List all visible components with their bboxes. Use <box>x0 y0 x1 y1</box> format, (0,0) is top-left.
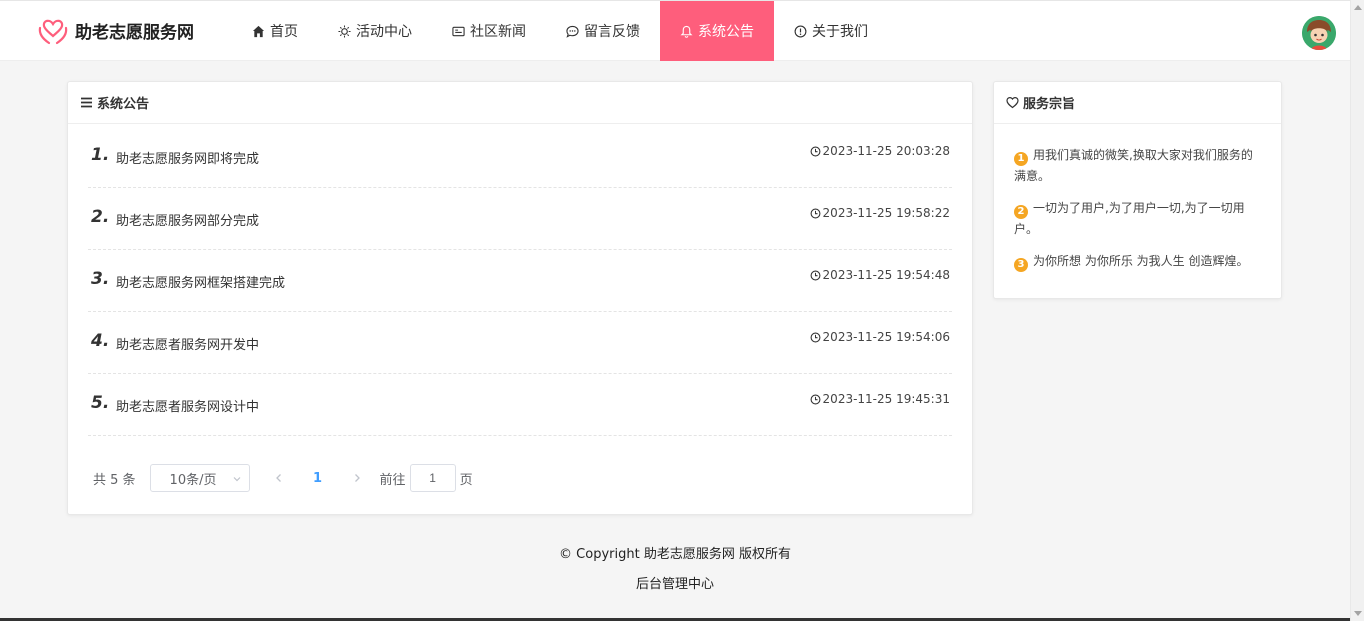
page-scrollbar[interactable] <box>1350 0 1364 621</box>
goto-page-input[interactable] <box>409 464 456 492</box>
nav-feedback[interactable]: 留言反馈 <box>546 1 660 61</box>
prev-page-button[interactable] <box>264 473 294 483</box>
row-time: 2023-11-25 19:54:06 <box>810 330 950 344</box>
row-time-text: 2023-11-25 20:03:28 <box>822 144 950 158</box>
service-text: 一切为了用户,为了用户一切,为了一切用户。 <box>1014 201 1245 236</box>
clock-icon <box>810 332 820 342</box>
service-badge: 1 <box>1014 152 1028 166</box>
announcement-row[interactable]: 5. 助老志愿者服务网设计中 2023-11-25 19:45:31 <box>88 374 952 436</box>
service-text: 用我们真诚的微笑,换取大家对我们服务的满意。 <box>1014 148 1253 183</box>
bell-icon <box>680 25 693 38</box>
page-jumper: 前往 页 <box>380 464 473 492</box>
heart-hands-icon <box>38 19 68 45</box>
announcement-row[interactable]: 1. 助老志愿服务网即将完成 2023-11-25 20:03:28 <box>88 126 952 188</box>
announcement-row[interactable]: 2. 助老志愿服务网部分完成 2023-11-25 19:58:22 <box>88 188 952 250</box>
goto-suffix: 页 <box>459 472 473 488</box>
service-list: 1 用我们真诚的微笑,换取大家对我们服务的满意。 2 一切为了用户,为了用户一切,为… <box>994 124 1281 272</box>
nav-activities-label: 活动中心 <box>356 24 412 40</box>
row-number: 3. <box>91 269 110 289</box>
nav-news-label: 社区新闻 <box>470 24 526 40</box>
service-badge: 3 <box>1014 258 1028 272</box>
info-icon <box>794 25 807 37</box>
nav-home[interactable]: 首页 <box>232 1 318 61</box>
row-title[interactable]: 助老志愿服务网部分完成 <box>116 210 259 229</box>
row-time-text: 2023-11-25 19:45:31 <box>822 392 950 406</box>
announcements-card: 系统公告 1. 助老志愿服务网即将完成 2023-11-25 20:03:28 … <box>67 81 973 515</box>
row-number: 4. <box>91 331 110 351</box>
pagination: 共 5 条 10条/页 1 前往 页 <box>93 464 473 492</box>
page-size-select[interactable]: 10条/页 <box>149 464 250 492</box>
chat-icon <box>566 25 579 38</box>
service-badge: 2 <box>1014 205 1028 219</box>
goto-label: 前往 <box>379 472 406 488</box>
clock-icon <box>810 270 820 280</box>
top-navbar: 助老志愿服务网 首页 活动中心 社区新闻 留言反馈 系统公告 关于我们 <box>0 0 1350 61</box>
announcements-title: 系统公告 <box>97 97 150 112</box>
row-time-text: 2023-11-25 19:54:48 <box>822 268 950 282</box>
news-icon <box>452 26 465 36</box>
announcements-header: 系统公告 <box>68 82 972 124</box>
row-time-text: 2023-11-25 19:58:22 <box>822 206 950 220</box>
row-number: 2. <box>91 207 110 227</box>
clock-icon <box>810 394 820 404</box>
service-item: 3 为你所想 为你所乐 为我人生 创造辉煌。 <box>1014 251 1261 272</box>
announcement-row[interactable]: 4. 助老志愿者服务网开发中 2023-11-25 19:54:06 <box>88 312 952 374</box>
announcement-list: 1. 助老志愿服务网即将完成 2023-11-25 20:03:28 2. 助老… <box>88 126 952 436</box>
clock-icon <box>810 146 820 156</box>
brand-logo[interactable]: 助老志愿服务网 <box>37 14 194 46</box>
pagination-total: 共 5 条 <box>93 472 136 488</box>
page-number-current[interactable]: 1 <box>294 471 342 486</box>
nav-home-label: 首页 <box>270 24 298 40</box>
nav-announcements[interactable]: 系统公告 <box>660 1 774 61</box>
chevron-down-icon <box>233 477 240 482</box>
row-number: 1. <box>91 145 110 165</box>
service-title: 服务宗旨 <box>1023 97 1076 112</box>
next-page-button[interactable] <box>342 473 372 483</box>
row-time: 2023-11-25 19:45:31 <box>810 392 950 406</box>
chevron-left-icon <box>275 474 281 482</box>
row-time: 2023-11-25 20:03:28 <box>810 144 950 158</box>
service-text: 为你所想 为你所乐 为我人生 创造辉煌。 <box>1033 254 1249 268</box>
user-avatar[interactable] <box>1302 16 1336 50</box>
sun-icon <box>338 24 351 38</box>
heart-icon <box>1006 96 1019 109</box>
nav-announcements-label: 系统公告 <box>698 24 754 40</box>
footer-copyright: © Copyright 助老志愿服务网 版权所有 <box>559 547 791 562</box>
scroll-down-icon[interactable] <box>1354 611 1362 616</box>
page-size-value: 10条/页 <box>169 472 217 488</box>
scroll-up-icon[interactable] <box>1354 5 1362 10</box>
row-time: 2023-11-25 19:58:22 <box>810 206 950 220</box>
nav-about[interactable]: 关于我们 <box>774 1 888 61</box>
service-header: 服务宗旨 <box>994 82 1281 124</box>
nav-about-label: 关于我们 <box>812 24 868 40</box>
nav-news[interactable]: 社区新闻 <box>432 1 546 61</box>
chevron-right-icon <box>354 474 360 482</box>
row-time: 2023-11-25 19:54:48 <box>810 268 950 282</box>
nav-activities[interactable]: 活动中心 <box>318 1 432 61</box>
row-title[interactable]: 助老志愿者服务网设计中 <box>116 396 259 415</box>
row-title[interactable]: 助老志愿服务网框架搭建完成 <box>116 272 285 291</box>
menu-icon <box>81 97 92 108</box>
nav-feedback-label: 留言反馈 <box>584 24 640 40</box>
row-title[interactable]: 助老志愿服务网即将完成 <box>116 148 259 167</box>
avatar-icon <box>1302 16 1336 50</box>
row-number: 5. <box>91 393 110 413</box>
main-nav: 首页 活动中心 社区新闻 留言反馈 系统公告 关于我们 <box>232 1 888 61</box>
brand-name: 助老志愿服务网 <box>75 22 194 43</box>
home-icon <box>252 25 265 37</box>
service-card: 服务宗旨 1 用我们真诚的微笑,换取大家对我们服务的满意。 2 一切为了用户,为了用… <box>993 81 1282 299</box>
row-time-text: 2023-11-25 19:54:06 <box>822 330 950 344</box>
service-item: 1 用我们真诚的微笑,换取大家对我们服务的满意。 <box>1014 145 1261 186</box>
row-title[interactable]: 助老志愿者服务网开发中 <box>116 334 259 353</box>
service-item: 2 一切为了用户,为了用户一切,为了一切用户。 <box>1014 198 1261 239</box>
page-footer: © Copyright 助老志愿服务网 版权所有 后台管理中心 <box>0 540 1350 600</box>
admin-center-link[interactable]: 后台管理中心 <box>0 570 1350 600</box>
announcement-row[interactable]: 3. 助老志愿服务网框架搭建完成 2023-11-25 19:54:48 <box>88 250 952 312</box>
clock-icon <box>810 208 820 218</box>
